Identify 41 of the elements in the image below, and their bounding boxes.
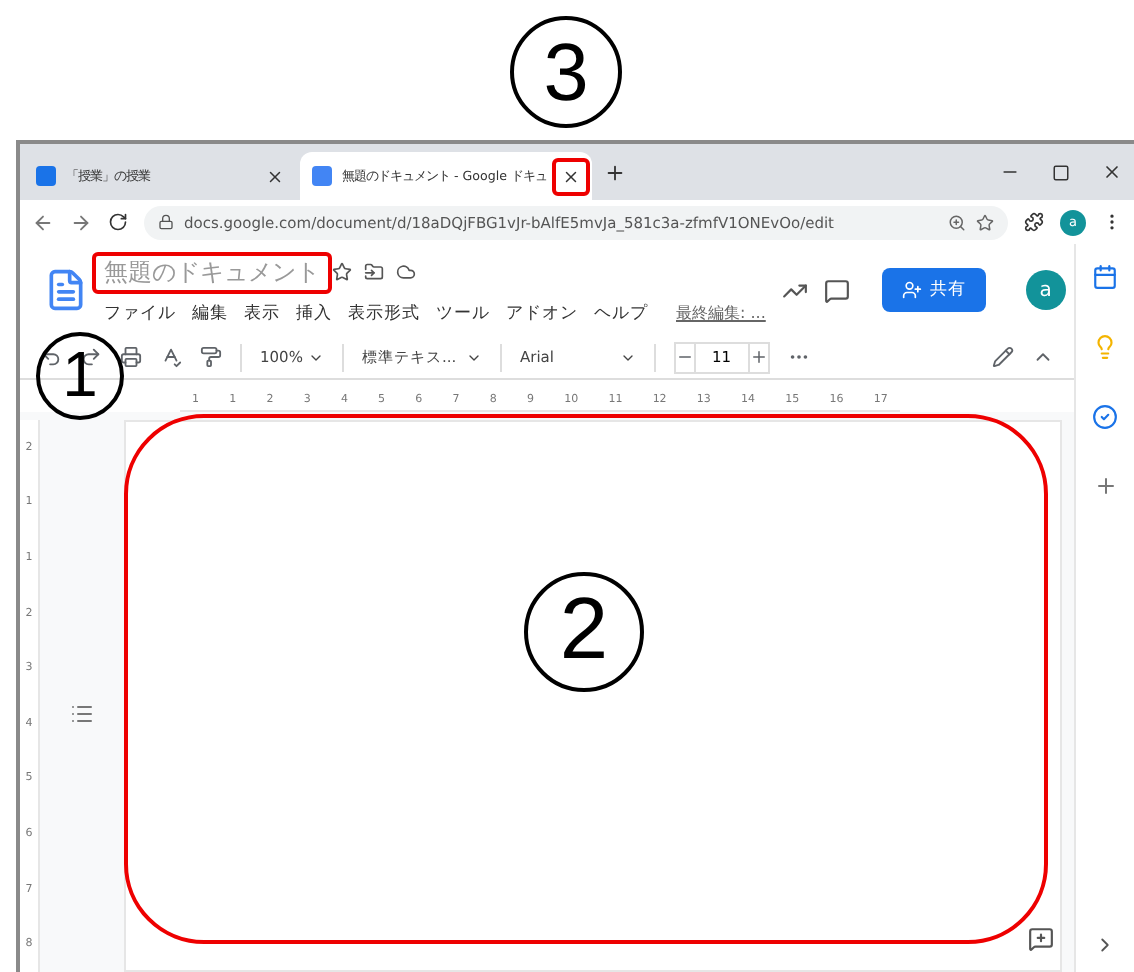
- menu-item[interactable]: 挿入: [296, 301, 332, 325]
- menu-item[interactable]: アドオン: [506, 301, 578, 325]
- comment-icon[interactable]: [823, 277, 850, 303]
- share-button[interactable]: 共有: [881, 268, 986, 312]
- menu-item[interactable]: 表示形式: [348, 301, 420, 325]
- new-tab-icon[interactable]: [604, 161, 626, 183]
- forward-icon[interactable]: [70, 211, 92, 233]
- account-avatar[interactable]: a: [1025, 270, 1066, 310]
- close-icon[interactable]: [266, 167, 284, 185]
- cloud-icon[interactable]: [396, 262, 416, 282]
- menu-item[interactable]: ヘルプ: [594, 301, 648, 325]
- zoom-icon[interactable]: [948, 213, 966, 231]
- highlight-frame: [552, 157, 590, 195]
- increase-icon[interactable]: [749, 348, 768, 366]
- menu-item[interactable]: 編集: [192, 301, 228, 325]
- person-add-icon: [901, 280, 922, 300]
- last-edit-link[interactable]: 最終編集: ...: [676, 302, 766, 324]
- menu-item[interactable]: ファイル: [104, 301, 176, 325]
- close-icon[interactable]: [1102, 162, 1122, 182]
- paint-format-icon[interactable]: [200, 346, 222, 368]
- callout-number: 1: [36, 332, 124, 420]
- pencil-icon[interactable]: [992, 346, 1014, 368]
- folder-icon[interactable]: [364, 262, 384, 282]
- add-icon[interactable]: [1093, 474, 1117, 498]
- menu-item[interactable]: 表示: [244, 301, 280, 325]
- puzzle-icon[interactable]: [1024, 212, 1044, 232]
- menu-item[interactable]: ツール: [436, 301, 490, 325]
- callout-number: 3: [510, 16, 622, 128]
- tasks-icon[interactable]: [1092, 404, 1118, 430]
- star-icon[interactable]: [332, 262, 352, 282]
- lock-icon: [158, 214, 174, 230]
- print-icon[interactable]: [120, 346, 142, 368]
- close-icon[interactable]: [562, 167, 580, 185]
- explore-icon[interactable]: [1028, 926, 1054, 952]
- back-icon[interactable]: [32, 211, 54, 233]
- maximize-icon[interactable]: [1052, 162, 1070, 182]
- star-icon[interactable]: [976, 213, 994, 231]
- callout-number: 2: [524, 572, 644, 692]
- calendar-icon[interactable]: [1092, 264, 1118, 290]
- reload-icon[interactable]: [108, 212, 128, 232]
- spellcheck-icon[interactable]: [160, 346, 182, 368]
